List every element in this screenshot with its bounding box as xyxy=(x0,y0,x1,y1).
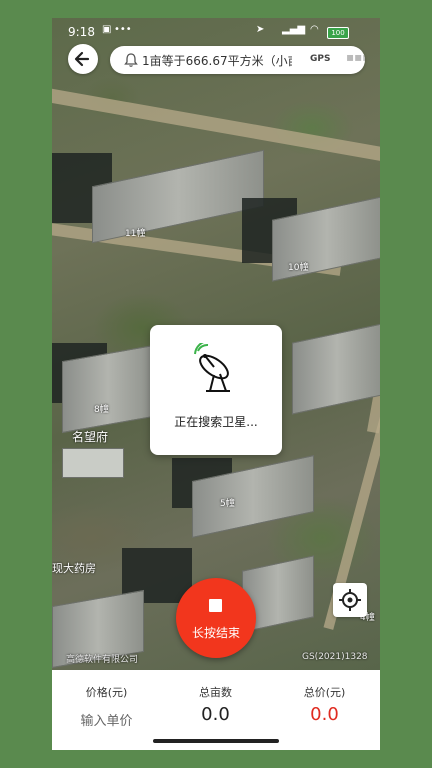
total-column: 总价(元) 0.0 xyxy=(270,670,379,750)
status-bar: 9:18 ▣ ••• ➤ ▂▄▆ ◠ 100 xyxy=(52,18,380,46)
bell-icon xyxy=(124,53,138,67)
wifi-icon: ◠ xyxy=(310,24,319,35)
map-label: 现大药房 xyxy=(52,562,96,575)
dialog-message: 正在搜索卫星... xyxy=(174,415,258,429)
more-icon: ••• xyxy=(114,24,132,35)
back-button[interactable] xyxy=(68,44,98,74)
notification-icon: ▣ xyxy=(102,24,112,35)
stop-icon xyxy=(209,599,222,612)
map-label: 11幢 xyxy=(125,229,146,239)
notice-bar[interactable]: 1亩等于666.67平方米（小亩 GPS ▪▪▪ xyxy=(110,46,365,74)
price-input[interactable]: 输入单价 xyxy=(52,710,161,729)
gps-label: GPS xyxy=(310,54,331,64)
battery-icon: 100 xyxy=(327,27,349,39)
map-label: 5幢 xyxy=(220,499,235,509)
home-indicator[interactable] xyxy=(153,739,279,743)
bottom-panel: 价格(元) 输入单价 总亩数 0.0 总价(元) 0.0 xyxy=(52,670,380,750)
map-label: 10幢 xyxy=(288,263,309,273)
area-header: 总亩数 xyxy=(199,686,232,699)
satellite-dish-icon xyxy=(194,343,230,392)
stop-button-label: 长按结束 xyxy=(191,626,240,640)
back-arrow-icon xyxy=(74,51,90,67)
phone-screen: 11幢 10幢 8幢 名望府 5幢 现大药房 4幢 9:18 ▣ ••• ➤ ▂… xyxy=(52,18,380,750)
total-header: 总价(元) xyxy=(303,686,346,699)
map-license: GS(2021)1328 xyxy=(302,652,368,662)
price-header: 价格(元) xyxy=(85,686,128,699)
searching-satellite-dialog: 正在搜索卫星... xyxy=(150,325,282,455)
total-value: 0.0 xyxy=(310,704,339,725)
notice-text: 1亩等于666.67平方米（小亩 xyxy=(142,54,292,68)
locate-icon xyxy=(339,589,361,611)
long-press-stop-button[interactable]: 长按结束 xyxy=(176,578,256,658)
status-time: 9:18 xyxy=(68,25,95,39)
area-value: 0.0 xyxy=(201,704,230,725)
price-column: 价格(元) 输入单价 xyxy=(52,670,161,750)
map-attribution: 高德软件有限公司 xyxy=(66,655,139,665)
area-column: 总亩数 0.0 xyxy=(161,670,270,750)
location-arrow-icon: ➤ xyxy=(256,24,265,35)
map-label: 名望府 xyxy=(72,430,109,444)
signal-icon: ▂▄▆ xyxy=(282,24,306,35)
locate-button[interactable] xyxy=(333,583,367,617)
map-label: 8幢 xyxy=(94,405,109,415)
gps-signal-indicator: ▪▪▪ xyxy=(346,50,365,64)
